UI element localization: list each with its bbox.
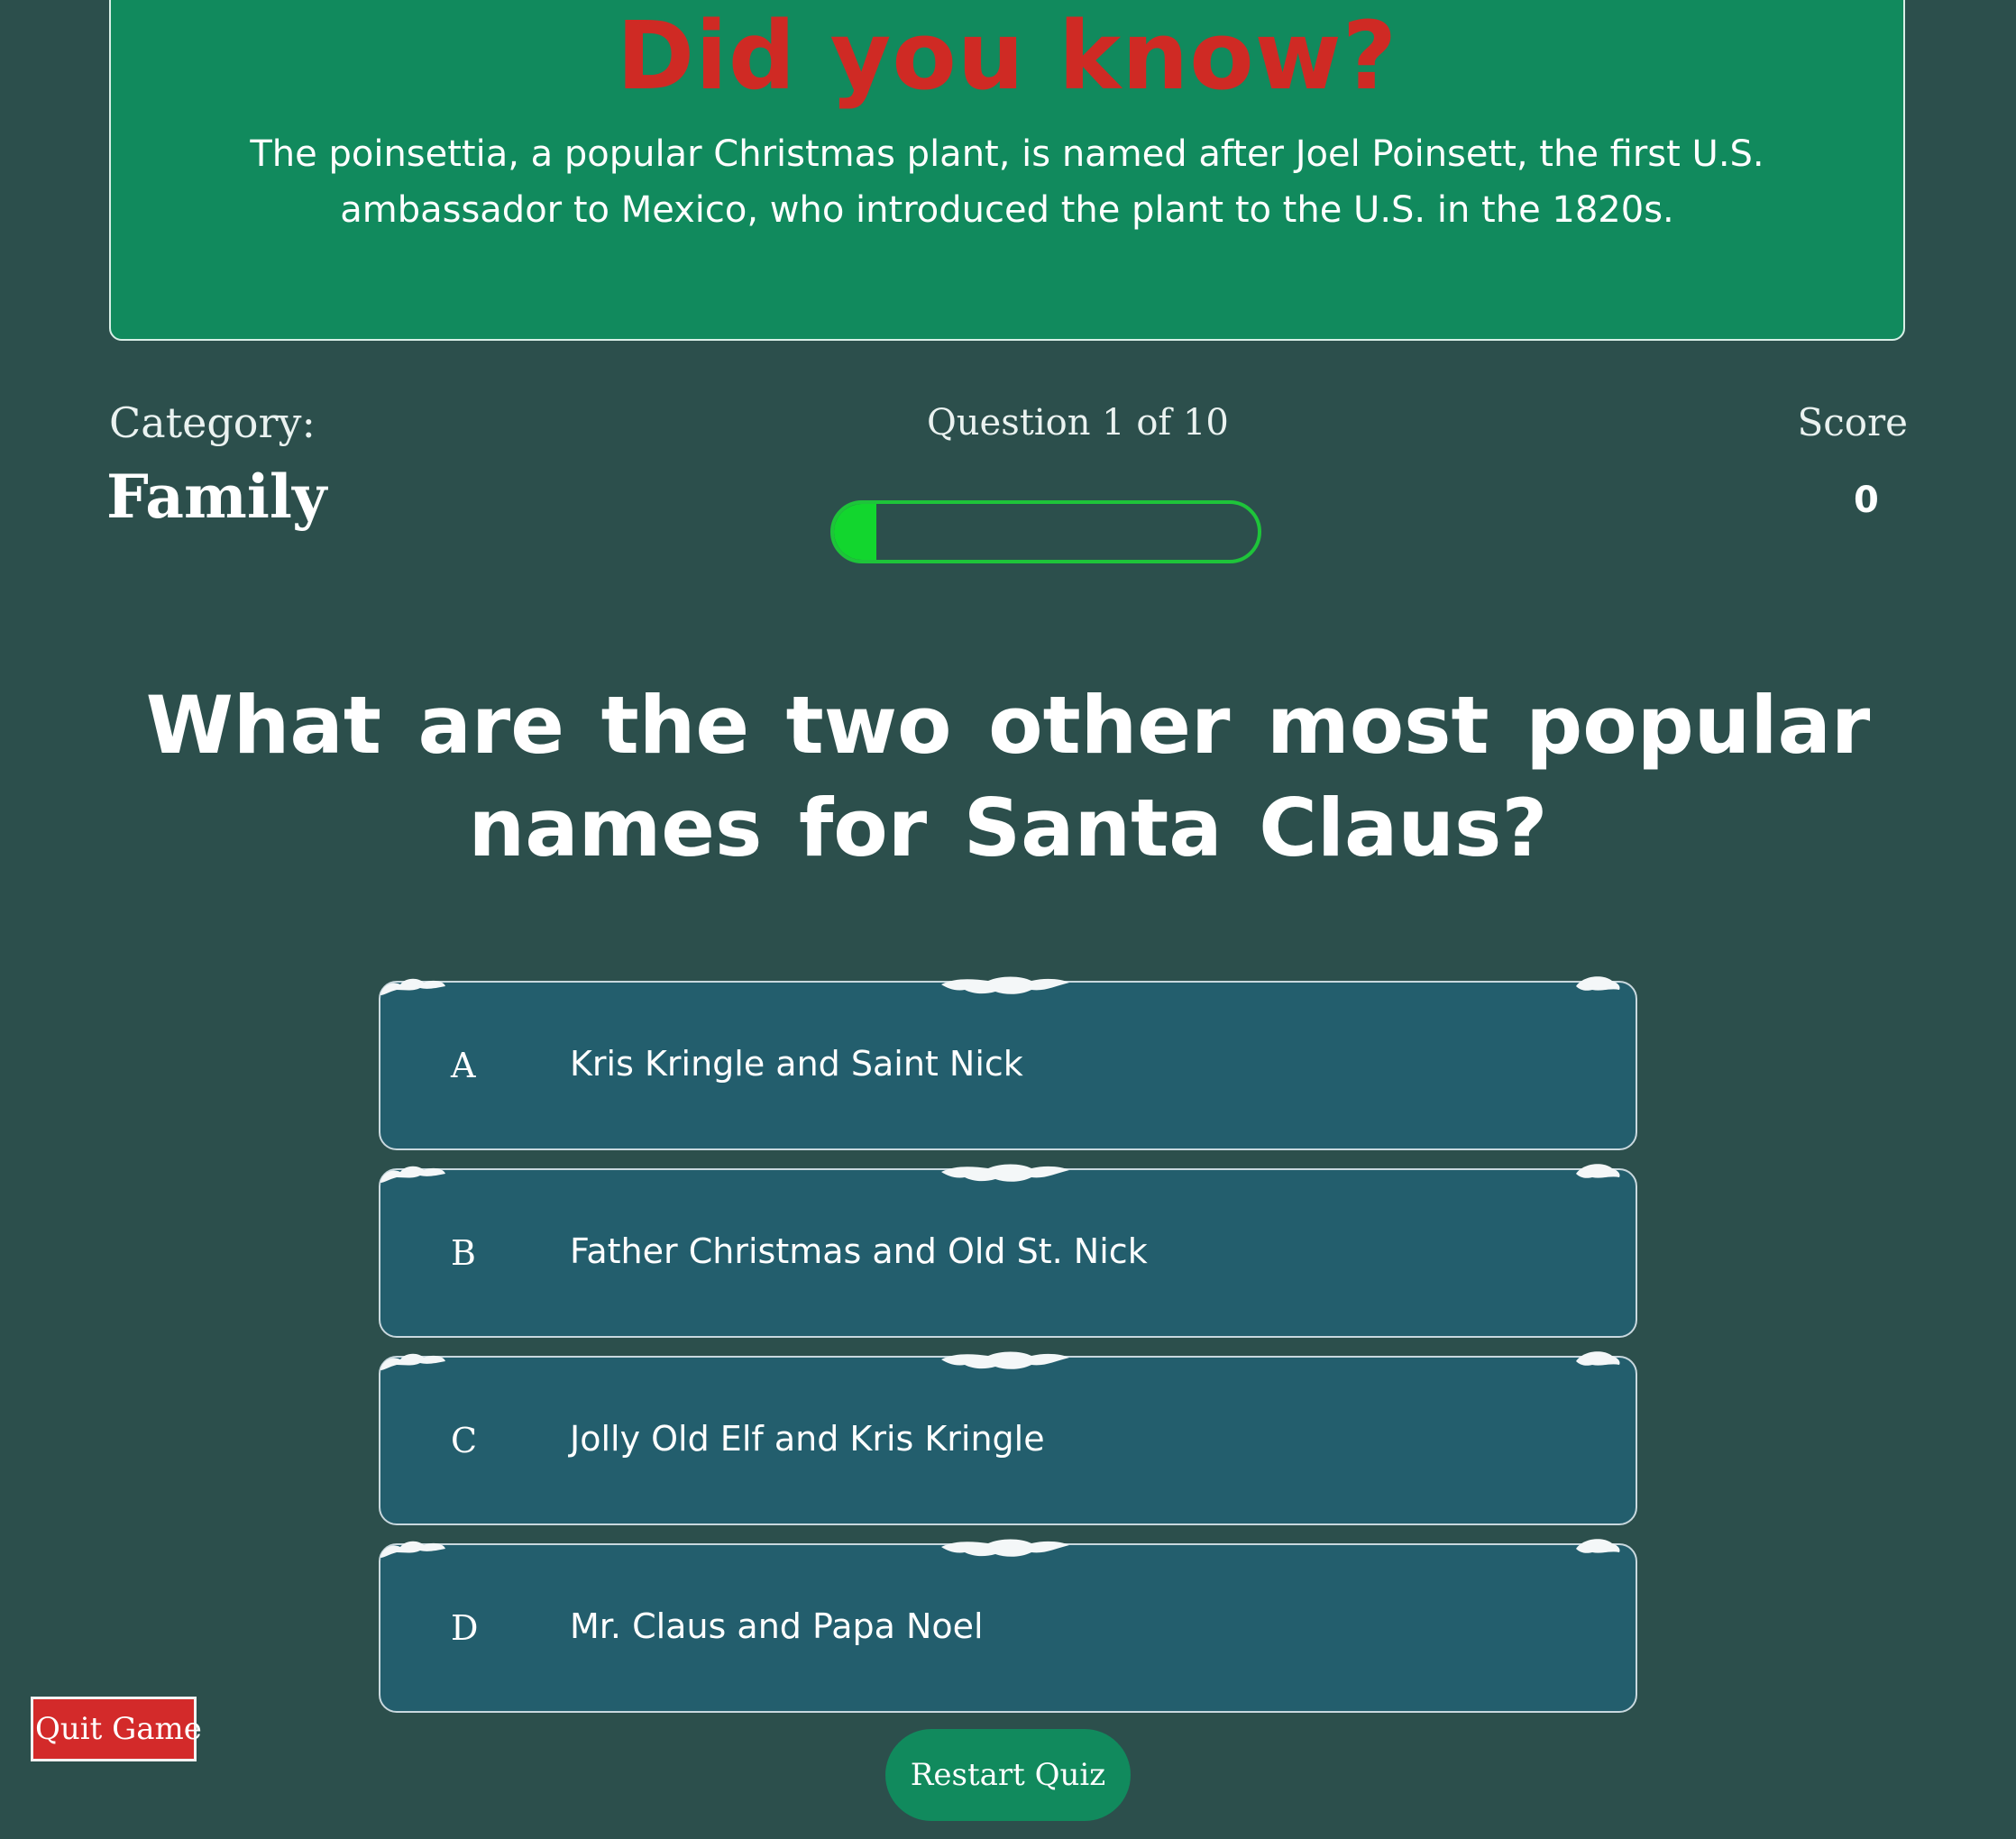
- answer-text: Mr. Claus and Papa Noel: [570, 1606, 984, 1646]
- answer-text: Kris Kringle and Saint Nick: [570, 1044, 1023, 1084]
- snow-decoration: [938, 972, 1073, 997]
- answer-option-c[interactable]: C Jolly Old Elf and Kris Kringle: [379, 1351, 1637, 1525]
- answer-option-d[interactable]: D Mr. Claus and Papa Noel: [379, 1539, 1637, 1713]
- progress-bar: [830, 500, 1261, 563]
- fact-panel: Did you know? The poinsettia, a popular …: [109, 0, 1905, 341]
- answer-option-b[interactable]: B Father Christmas and Old St. Nick: [379, 1164, 1637, 1338]
- quit-game-button[interactable]: Quit Game: [31, 1697, 202, 1761]
- fact-text: The poinsettia, a popular Christmas plan…: [250, 133, 1764, 231]
- question-text: What are the two other most popular name…: [145, 679, 1871, 874]
- answer-letter: C: [451, 1421, 478, 1460]
- answer-letter: D: [451, 1608, 479, 1648]
- score-value: 0: [1854, 480, 1879, 521]
- answer-letter: A: [451, 1046, 476, 1085]
- answer-text: Father Christmas and Old St. Nick: [570, 1231, 1148, 1271]
- restart-quiz-button[interactable]: Restart Quiz: [885, 1729, 1131, 1821]
- snow-decoration: [1574, 1159, 1623, 1185]
- answer-letter: B: [451, 1233, 476, 1273]
- snow-decoration: [377, 1347, 449, 1372]
- snow-decoration: [1574, 1534, 1623, 1560]
- snow-decoration: [938, 1347, 1073, 1372]
- answer-option-a[interactable]: A Kris Kringle and Saint Nick: [379, 976, 1637, 1150]
- progress-fill: [834, 504, 876, 560]
- answer-text: Jolly Old Elf and Kris Kringle: [570, 1419, 1045, 1459]
- category-value: Family: [106, 462, 327, 532]
- snow-decoration: [938, 1534, 1073, 1560]
- snow-decoration: [1574, 972, 1623, 997]
- question-counter: Question 1 of 10: [927, 402, 1229, 444]
- snow-decoration: [938, 1159, 1073, 1185]
- snow-decoration: [377, 1159, 449, 1185]
- fact-title: Did you know?: [616, 1, 1398, 111]
- snow-decoration: [377, 1534, 449, 1560]
- score-label: Score: [1797, 400, 1908, 444]
- snow-decoration: [377, 972, 449, 997]
- snow-decoration: [1574, 1347, 1623, 1372]
- category-label: Category:: [109, 398, 316, 447]
